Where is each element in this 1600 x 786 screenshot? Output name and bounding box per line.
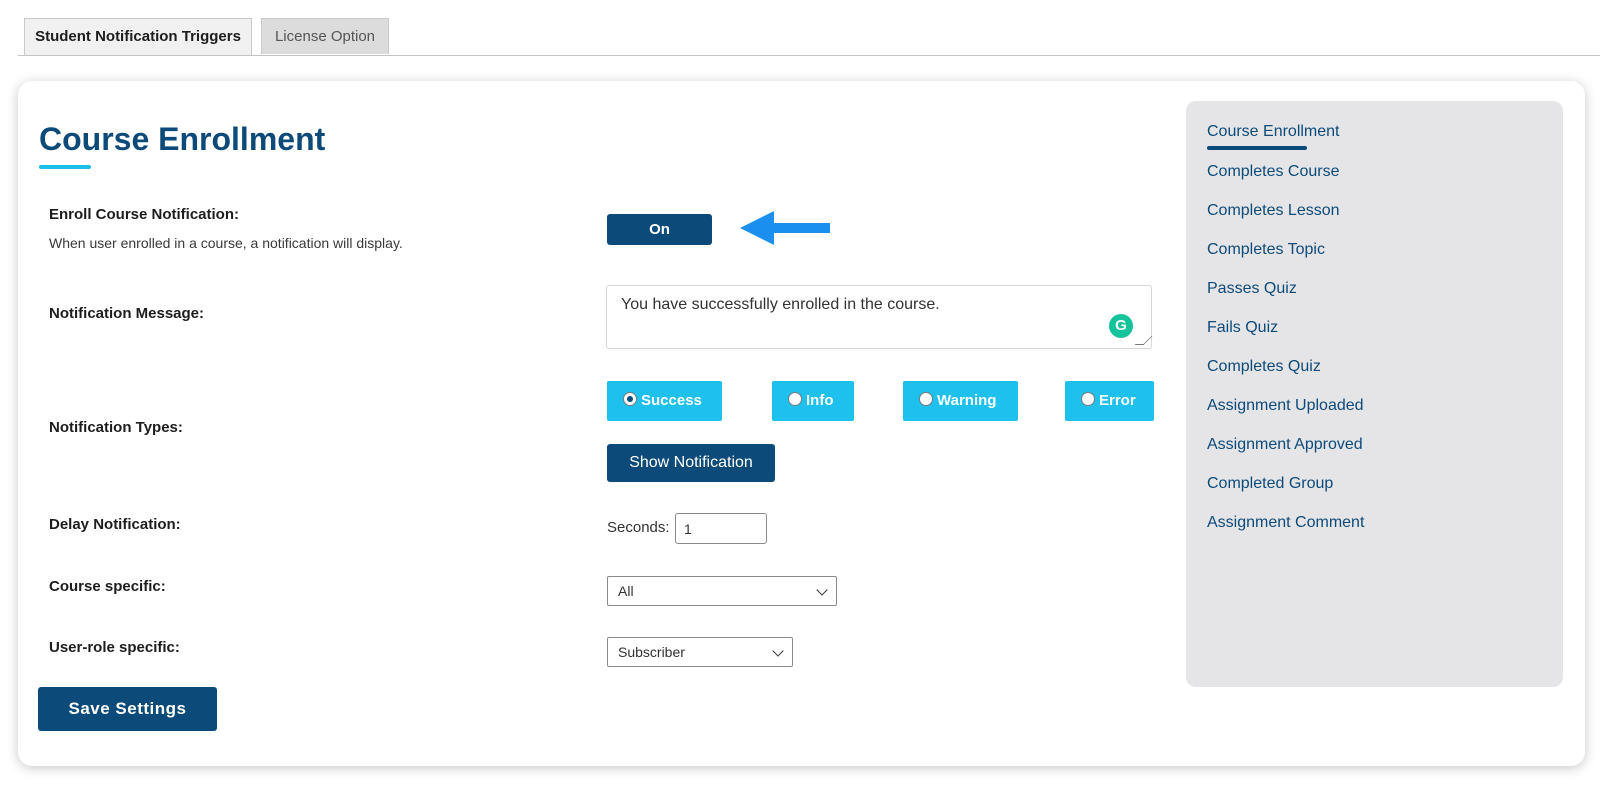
tab-bar: Student Notification Triggers License Op… xyxy=(18,18,1600,56)
delay-seconds-input[interactable] xyxy=(675,513,767,544)
course-specific-value: All xyxy=(618,583,634,599)
type-warning-radio[interactable]: Warning xyxy=(903,381,1018,421)
sidebar-item-completed-group[interactable]: Completed Group xyxy=(1207,475,1333,493)
title-underline xyxy=(39,165,91,169)
enroll-notification-description: When user enrolled in a course, a notifi… xyxy=(49,235,403,251)
resize-handle[interactable] xyxy=(1134,336,1153,345)
enroll-notification-toggle[interactable]: On xyxy=(607,214,712,245)
sidebar-item-assignment-comment[interactable]: Assignment Comment xyxy=(1207,514,1364,532)
user-role-specific-label: User-role specific: xyxy=(49,639,180,656)
course-specific-select[interactable]: All xyxy=(607,576,837,606)
type-info-label: Info xyxy=(806,392,834,409)
show-notification-button[interactable]: Show Notification xyxy=(607,444,775,482)
radio-icon xyxy=(919,392,933,406)
save-settings-button[interactable]: Save Settings xyxy=(38,687,217,731)
type-success-radio[interactable]: Success xyxy=(607,381,722,421)
notification-message-text: You have successfully enrolled in the co… xyxy=(621,296,940,313)
settings-card: Course Enrollment Enroll Course Notifica… xyxy=(18,81,1585,766)
chevron-down-icon xyxy=(816,584,828,596)
type-warning-label: Warning xyxy=(937,392,997,409)
delay-notification-label: Delay Notification: xyxy=(49,516,181,533)
notification-message-textarea[interactable]: You have successfully enrolled in the co… xyxy=(606,285,1153,349)
sidebar-item-course-enrollment[interactable]: Course Enrollment xyxy=(1207,123,1340,141)
sidebar-item-fails-quiz[interactable]: Fails Quiz xyxy=(1207,319,1278,337)
notification-types-label: Notification Types: xyxy=(49,419,183,436)
tab-student-notification-triggers[interactable]: Student Notification Triggers xyxy=(24,18,252,55)
notification-message-label: Notification Message: xyxy=(49,305,205,322)
seconds-label: Seconds: xyxy=(607,519,670,536)
sidebar-item-assignment-approved[interactable]: Assignment Approved xyxy=(1207,436,1363,454)
sidebar-item-completes-quiz[interactable]: Completes Quiz xyxy=(1207,358,1321,376)
sidebar-item-completes-topic[interactable]: Completes Topic xyxy=(1207,241,1325,259)
page-title: Course Enrollment xyxy=(39,121,326,157)
sidebar-item-completes-course[interactable]: Completes Course xyxy=(1207,163,1340,181)
course-specific-label: Course specific: xyxy=(49,578,166,595)
grammarly-icon[interactable]: G xyxy=(1109,314,1133,338)
tab-license-option[interactable]: License Option xyxy=(261,18,389,54)
radio-icon xyxy=(1081,392,1095,406)
enroll-notification-label: Enroll Course Notification: xyxy=(49,206,240,223)
sidebar-item-passes-quiz[interactable]: Passes Quiz xyxy=(1207,280,1297,298)
radio-checked-icon xyxy=(623,392,637,406)
user-role-specific-select[interactable]: Subscriber xyxy=(607,637,793,667)
type-error-radio[interactable]: Error xyxy=(1065,381,1154,421)
trigger-sidebar: Course Enrollment Completes Course Compl… xyxy=(1186,101,1563,687)
type-info-radio[interactable]: Info xyxy=(772,381,854,421)
type-success-label: Success xyxy=(641,392,702,409)
sidebar-item-assignment-uploaded[interactable]: Assignment Uploaded xyxy=(1207,397,1364,415)
left-arrow-icon xyxy=(740,211,830,245)
radio-icon xyxy=(788,392,802,406)
type-error-label: Error xyxy=(1099,392,1136,409)
sidebar-item-completes-lesson[interactable]: Completes Lesson xyxy=(1207,202,1340,220)
sidebar-active-underline xyxy=(1207,146,1307,150)
chevron-down-icon xyxy=(772,645,784,657)
user-role-specific-value: Subscriber xyxy=(618,644,685,660)
